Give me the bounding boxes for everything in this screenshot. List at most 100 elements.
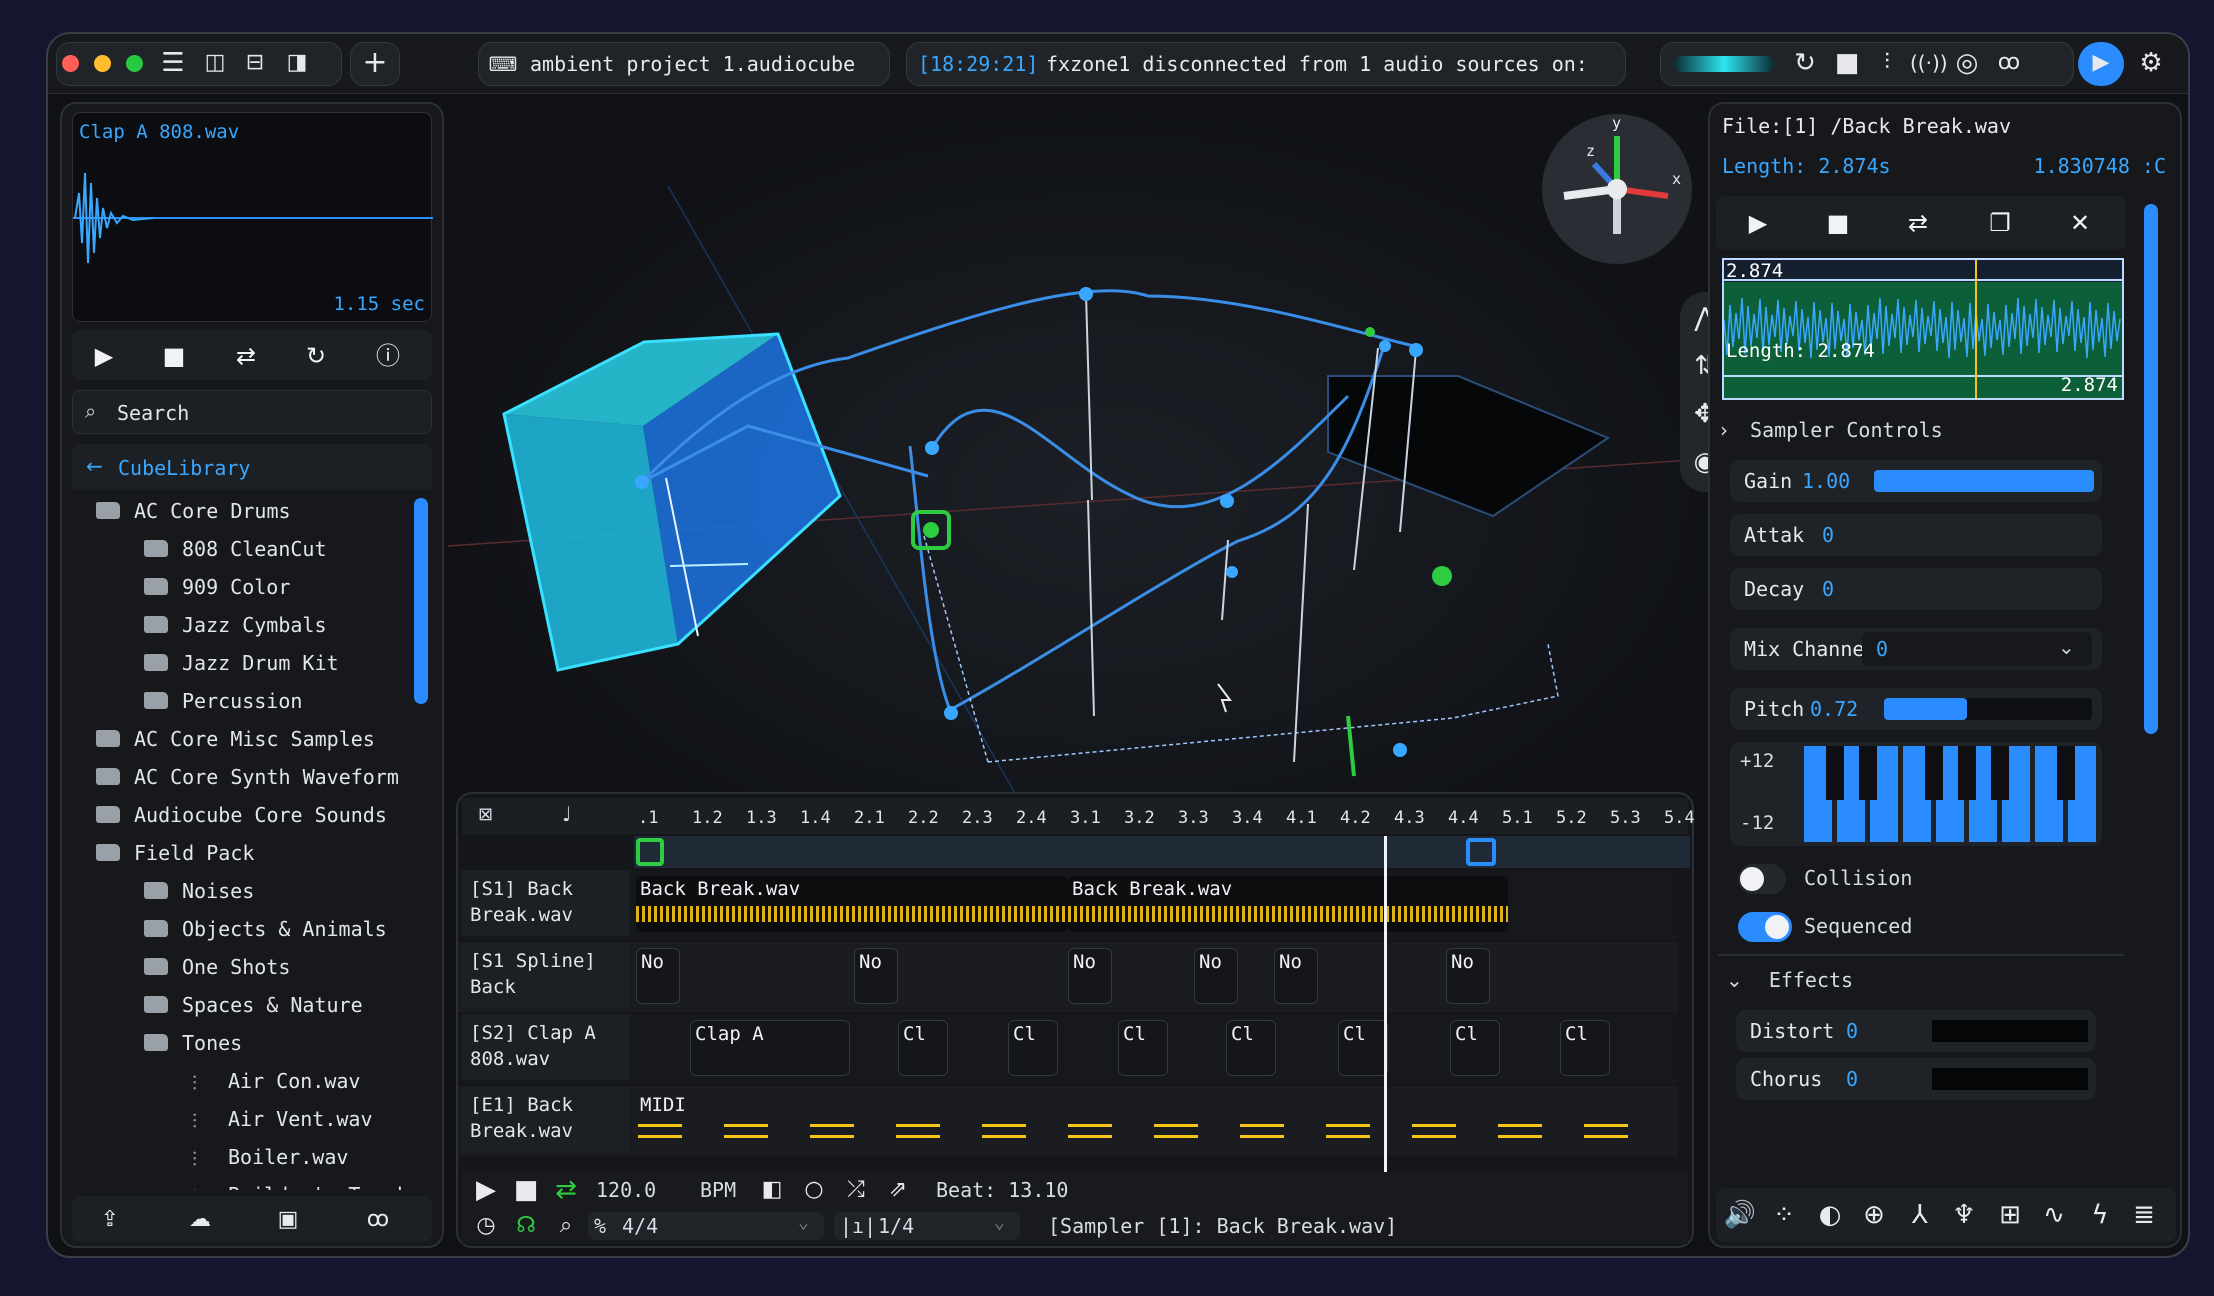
copy-icon[interactable]: ❐ bbox=[1978, 203, 2022, 243]
panel-bottom-icon[interactable]: ⊟ bbox=[238, 48, 272, 78]
track-label[interactable]: [S1] Back Break.wav bbox=[462, 870, 630, 936]
sampler-controls-header[interactable]: › Sampler Controls bbox=[1720, 410, 2124, 450]
tree-item[interactable]: Noises bbox=[144, 872, 254, 910]
curve-icon[interactable]: ∿ bbox=[2036, 1197, 2072, 1233]
tree-item[interactable]: One Shots bbox=[144, 948, 290, 986]
library-header[interactable]: ← CubeLibrary bbox=[72, 444, 432, 490]
cyan-cube[interactable] bbox=[502, 332, 842, 672]
sequencer-clip[interactable]: No bbox=[1274, 948, 1318, 1004]
broadcast-icon[interactable]: ((·)) bbox=[1910, 48, 1948, 78]
midi-note[interactable] bbox=[1498, 1124, 1542, 1138]
tree-item[interactable]: Jazz Cymbals bbox=[144, 606, 327, 644]
export-icon[interactable]: ⇗ bbox=[880, 1172, 916, 1208]
piano-keys[interactable] bbox=[1804, 746, 2100, 842]
midi-note[interactable] bbox=[896, 1124, 940, 1138]
midi-note[interactable] bbox=[1584, 1124, 1628, 1138]
shuffle-icon[interactable]: ⤮ bbox=[838, 1172, 874, 1208]
tree-item[interactable]: ⫶ Boiler.wav bbox=[192, 1138, 348, 1176]
track-row[interactable]: [S1 Spline] Back No No No No No No bbox=[458, 942, 1678, 1012]
sequencer-clip[interactable]: Cl bbox=[1118, 1020, 1168, 1076]
stop-icon[interactable]: ■ bbox=[1830, 48, 1864, 78]
zoom-icon[interactable]: ⌕ bbox=[548, 1208, 584, 1244]
tree-item[interactable]: ⫶ Air Con.wav bbox=[192, 1062, 360, 1100]
midi-note[interactable] bbox=[810, 1124, 854, 1138]
midi-note[interactable] bbox=[1068, 1124, 1112, 1138]
dark-cube[interactable] bbox=[1327, 375, 1611, 518]
info-icon[interactable]: ⓘ bbox=[366, 336, 410, 376]
track-label[interactable]: [E1] Back Break.wav bbox=[462, 1086, 630, 1152]
stop-icon[interactable]: ■ bbox=[152, 336, 196, 376]
sequencer-clip[interactable]: Clap A bbox=[690, 1020, 850, 1076]
tree-item[interactable]: AC Core Misc Samples bbox=[96, 720, 375, 758]
play-icon[interactable]: ▶ bbox=[82, 336, 126, 376]
sequencer-clip[interactable]: Back Break.wav bbox=[1068, 876, 1508, 932]
midi-note[interactable] bbox=[982, 1124, 1026, 1138]
metronome-icon[interactable]: ◧ bbox=[754, 1172, 790, 1208]
voicemail-icon[interactable]: ꝏ bbox=[1992, 48, 2026, 78]
distort-slider[interactable] bbox=[1932, 1020, 2088, 1042]
sampler-waveform[interactable]: 2.874 Length: 2.874 2.874 bbox=[1722, 258, 2124, 400]
refresh-icon[interactable]: ↻ bbox=[294, 336, 338, 376]
mix-channel-select[interactable]: 0 ⌄ bbox=[1862, 632, 2092, 666]
record-circle-icon[interactable]: ○ bbox=[796, 1172, 832, 1208]
tree-item[interactable]: 909 Color bbox=[144, 568, 290, 606]
track-label[interactable]: [S2] Clap A 808.wav bbox=[462, 1014, 630, 1080]
sequencer-clip[interactable]: MIDI bbox=[636, 1092, 696, 1148]
play-icon[interactable]: ▶ bbox=[1736, 203, 1780, 243]
close-icon[interactable]: ✕ bbox=[2058, 203, 2102, 243]
3d-viewport[interactable]: y x z ⋀ ⇅ ✥ ◉ bbox=[447, 96, 1749, 826]
tree-item[interactable]: ⫶ Builder's Truck bbox=[192, 1176, 409, 1190]
antenna-icon[interactable]: ♆ bbox=[1946, 1197, 1982, 1233]
sequencer-clip[interactable]: No bbox=[1068, 948, 1112, 1004]
voicemail-icon[interactable]: ꝏ bbox=[360, 1202, 396, 1238]
chorus-slider[interactable] bbox=[1932, 1068, 2088, 1090]
sequencer-clip[interactable]: Cl bbox=[898, 1020, 948, 1076]
loop-end-marker[interactable] bbox=[1466, 838, 1496, 866]
distort-control[interactable]: Distort 0 bbox=[1736, 1010, 2096, 1052]
close-window-button[interactable] bbox=[62, 55, 79, 72]
loop-arrow-icon[interactable]: ↻ bbox=[1788, 48, 1822, 78]
time-signature-select[interactable]: % 4/4 ⌄ bbox=[588, 1212, 824, 1240]
tree-item[interactable]: Field Pack bbox=[96, 834, 254, 872]
list-icon[interactable]: ≣ bbox=[2126, 1197, 2162, 1233]
quantize-select[interactable]: |ı| 1/4 ⌄ bbox=[834, 1212, 1020, 1240]
loop-icon[interactable]: ⇄ bbox=[1896, 203, 1940, 243]
midi-note[interactable] bbox=[1240, 1124, 1284, 1138]
grid-plus-icon[interactable]: ⊞ bbox=[1992, 1197, 2028, 1233]
tree-item[interactable]: Percussion bbox=[144, 682, 302, 720]
grid-icon[interactable]: ⊠ bbox=[478, 804, 493, 825]
save-icon[interactable]: ▣ bbox=[270, 1202, 306, 1238]
loop-region[interactable] bbox=[634, 836, 1690, 868]
black-key[interactable] bbox=[1958, 746, 1976, 800]
stop-icon[interactable]: ■ bbox=[508, 1172, 544, 1208]
gain-control[interactable]: Gain 1.00 bbox=[1730, 460, 2102, 502]
menu-icon[interactable]: ☰ bbox=[156, 48, 190, 78]
mixer-icon[interactable]: ⫶ bbox=[1870, 48, 1904, 78]
maximize-window-button[interactable] bbox=[126, 55, 143, 72]
download-cloud-icon[interactable]: ☁ bbox=[182, 1202, 218, 1238]
sequencer-clip[interactable]: Back Break.wav bbox=[636, 876, 1068, 932]
pitch-control[interactable]: Pitch 0.72 bbox=[1730, 688, 2102, 730]
tree-item[interactable]: 808 CleanCut bbox=[144, 530, 327, 568]
stop-icon[interactable]: ■ bbox=[1816, 203, 1860, 243]
target-icon[interactable]: ◎ bbox=[1950, 48, 1984, 78]
decay-control[interactable]: Decay 0 bbox=[1730, 568, 2102, 610]
track-row[interactable]: [S2] Clap A 808.wav Clap A Cl Cl Cl Cl Cl Cl Cl bbox=[458, 1014, 1678, 1084]
gain-slider[interactable] bbox=[1874, 470, 2094, 492]
tree-item[interactable]: ⫶ Air Vent.wav bbox=[192, 1100, 373, 1138]
chorus-control[interactable]: Chorus 0 bbox=[1736, 1058, 2096, 1100]
black-key[interactable] bbox=[1925, 746, 1943, 800]
midi-note[interactable] bbox=[1326, 1124, 1370, 1138]
track-row[interactable]: [E1] Back Break.wav MIDI bbox=[458, 1086, 1678, 1156]
tree-item[interactable]: Audiocube Core Sounds bbox=[96, 796, 387, 834]
sequencer-clip[interactable]: Cl bbox=[1226, 1020, 1276, 1076]
sequenced-toggle[interactable] bbox=[1738, 912, 1792, 942]
note-icon[interactable]: ♩ bbox=[562, 802, 571, 826]
midi-note[interactable] bbox=[638, 1124, 682, 1138]
tree-item[interactable]: Spaces & Nature bbox=[144, 986, 363, 1024]
sequencer-clip[interactable]: No bbox=[1194, 948, 1238, 1004]
headphones-icon[interactable]: ☊ bbox=[508, 1208, 544, 1244]
minimize-window-button[interactable] bbox=[94, 55, 111, 72]
play-icon[interactable]: ▶ bbox=[468, 1172, 504, 1208]
sequencer-clip[interactable]: Cl bbox=[1338, 1020, 1388, 1076]
